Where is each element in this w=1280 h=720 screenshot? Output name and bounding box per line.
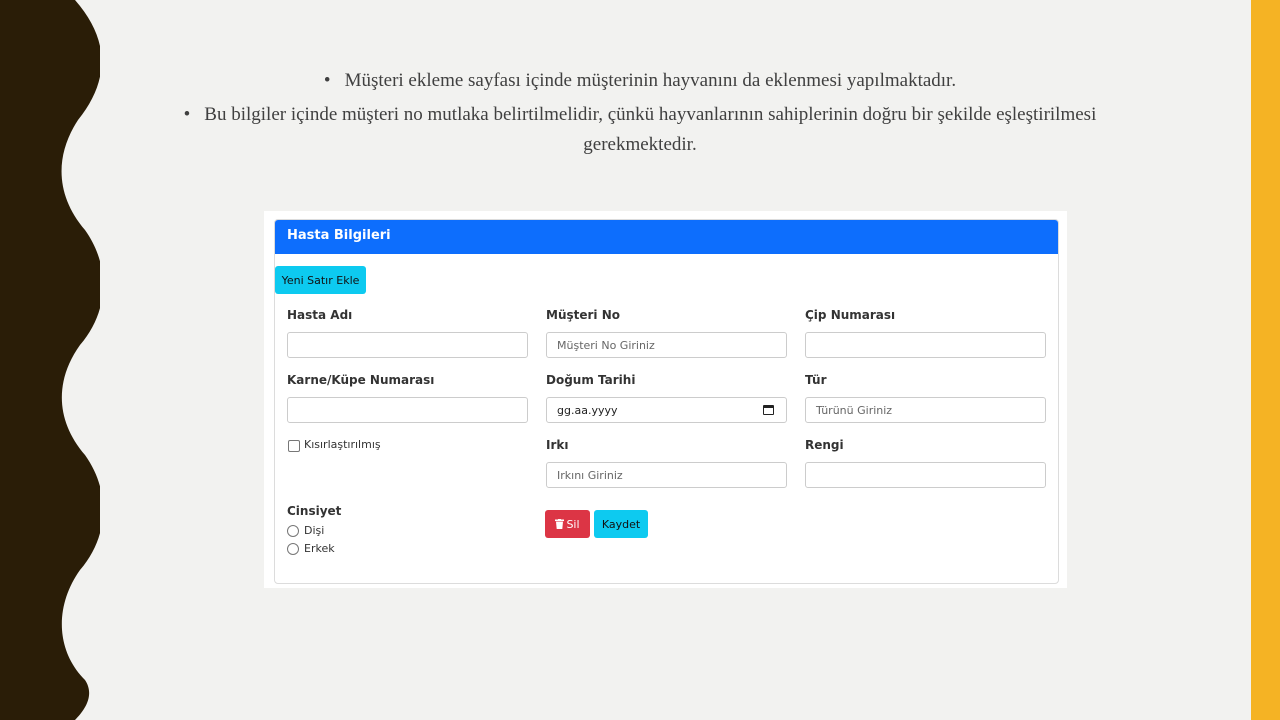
cinsiyet-label: Cinsiyet <box>287 504 342 518</box>
calendar-icon[interactable] <box>763 405 774 415</box>
dogum-tarihi-value: gg.aa.yyyy <box>557 404 618 417</box>
kisirlastirilmis-label: Kısırlaştırılmış <box>304 438 381 451</box>
cip-numarasi-input[interactable] <box>805 332 1046 358</box>
screenshot-frame: Hasta Bilgileri Yeni Satır Ekle Hasta Ad… <box>264 211 1067 588</box>
erkek-radio[interactable] <box>287 543 299 555</box>
hasta-adi-label: Hasta Adı <box>287 308 353 322</box>
patient-info-card: Hasta Bilgileri Yeni Satır Ekle Hasta Ad… <box>274 219 1059 584</box>
irki-input[interactable]: Irkını Giriniz <box>546 462 787 488</box>
save-button[interactable]: Kaydet <box>594 510 648 538</box>
decorative-wave-border <box>0 0 100 720</box>
dogum-tarihi-label: Doğum Tarihi <box>546 373 636 387</box>
karne-kupe-input[interactable] <box>287 397 528 423</box>
karne-kupe-label: Karne/Küpe Numarası <box>287 373 435 387</box>
musteri-no-label: Müşteri No <box>546 308 620 322</box>
dogum-tarihi-input[interactable]: gg.aa.yyyy <box>546 397 787 423</box>
cip-numarasi-label: Çip Numarası <box>805 308 896 322</box>
delete-button-label: Sil <box>566 517 580 531</box>
hasta-adi-input[interactable] <box>287 332 528 358</box>
bullet-item: • Bu bilgiler içinde müşteri no mutlaka b… <box>183 104 1097 155</box>
tur-label: Tür <box>805 373 827 387</box>
card-header: Hasta Bilgileri <box>275 220 1058 254</box>
rengi-label: Rengi <box>805 438 844 452</box>
trash-icon <box>555 518 565 529</box>
add-row-button[interactable]: Yeni Satır Ekle <box>275 266 366 294</box>
irki-label: Irkı <box>546 438 569 452</box>
tur-input[interactable]: Türünü Giriniz <box>805 397 1046 423</box>
erkek-label: Erkek <box>304 542 335 555</box>
musteri-no-input[interactable]: Müşteri No Giriniz <box>546 332 787 358</box>
bullet-item: • Müşteri ekleme sayfası içinde müşterini… <box>323 70 957 91</box>
kisirlastirilmis-checkbox[interactable] <box>288 440 300 452</box>
bullet-list: • Müşteri ekleme sayfası içinde müşterini… <box>170 66 1110 164</box>
disi-radio[interactable] <box>287 525 299 537</box>
rengi-input[interactable] <box>805 462 1046 488</box>
decorative-right-bar <box>1251 0 1280 720</box>
delete-button[interactable]: Sil <box>545 510 590 538</box>
disi-label: Dişi <box>304 524 325 537</box>
